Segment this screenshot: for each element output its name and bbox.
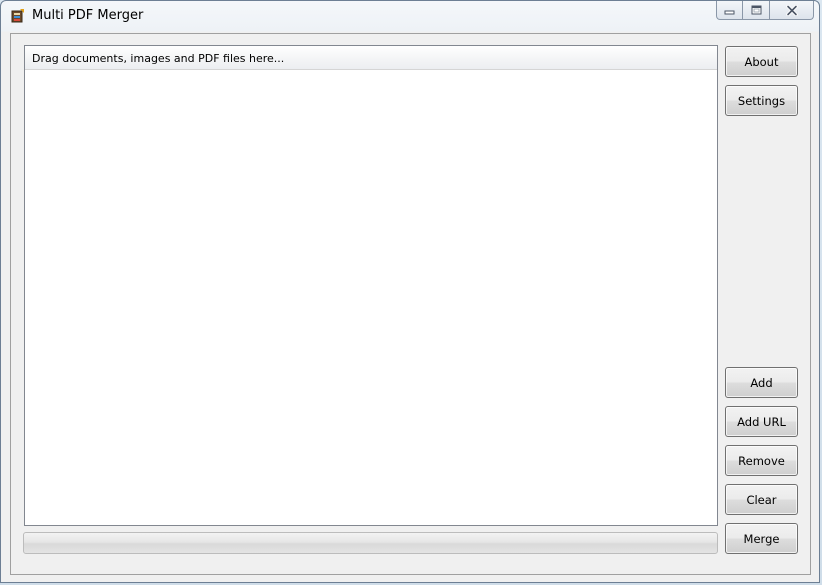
minimize-button[interactable] [716, 1, 743, 20]
minimize-icon [724, 10, 735, 14]
add-url-button[interactable]: Add URL [725, 406, 798, 437]
main-panel: Drag documents, images and PDF files her… [10, 33, 811, 575]
file-list[interactable]: Drag documents, images and PDF files her… [24, 45, 718, 526]
close-icon [785, 4, 798, 16]
caption-buttons [716, 1, 814, 20]
settings-button[interactable]: Settings [725, 85, 798, 116]
file-list-header[interactable]: Drag documents, images and PDF files her… [25, 46, 717, 70]
remove-button[interactable]: Remove [725, 445, 798, 476]
close-button[interactable] [770, 1, 814, 20]
window-title: Multi PDF Merger [32, 8, 144, 23]
title-bar[interactable]: Multi PDF Merger [1, 1, 819, 32]
merge-button[interactable]: Merge [725, 523, 798, 554]
maximize-button[interactable] [743, 1, 770, 20]
add-button[interactable]: Add [725, 367, 798, 398]
file-list-header-label: Drag documents, images and PDF files her… [32, 52, 285, 65]
pdf-document-icon [11, 9, 24, 23]
progress-bar [23, 532, 718, 554]
about-button[interactable]: About [725, 46, 798, 77]
clear-button[interactable]: Clear [725, 484, 798, 515]
maximize-icon [751, 5, 761, 15]
app-window: Multi PDF Merger Drag documents, images … [0, 0, 820, 583]
